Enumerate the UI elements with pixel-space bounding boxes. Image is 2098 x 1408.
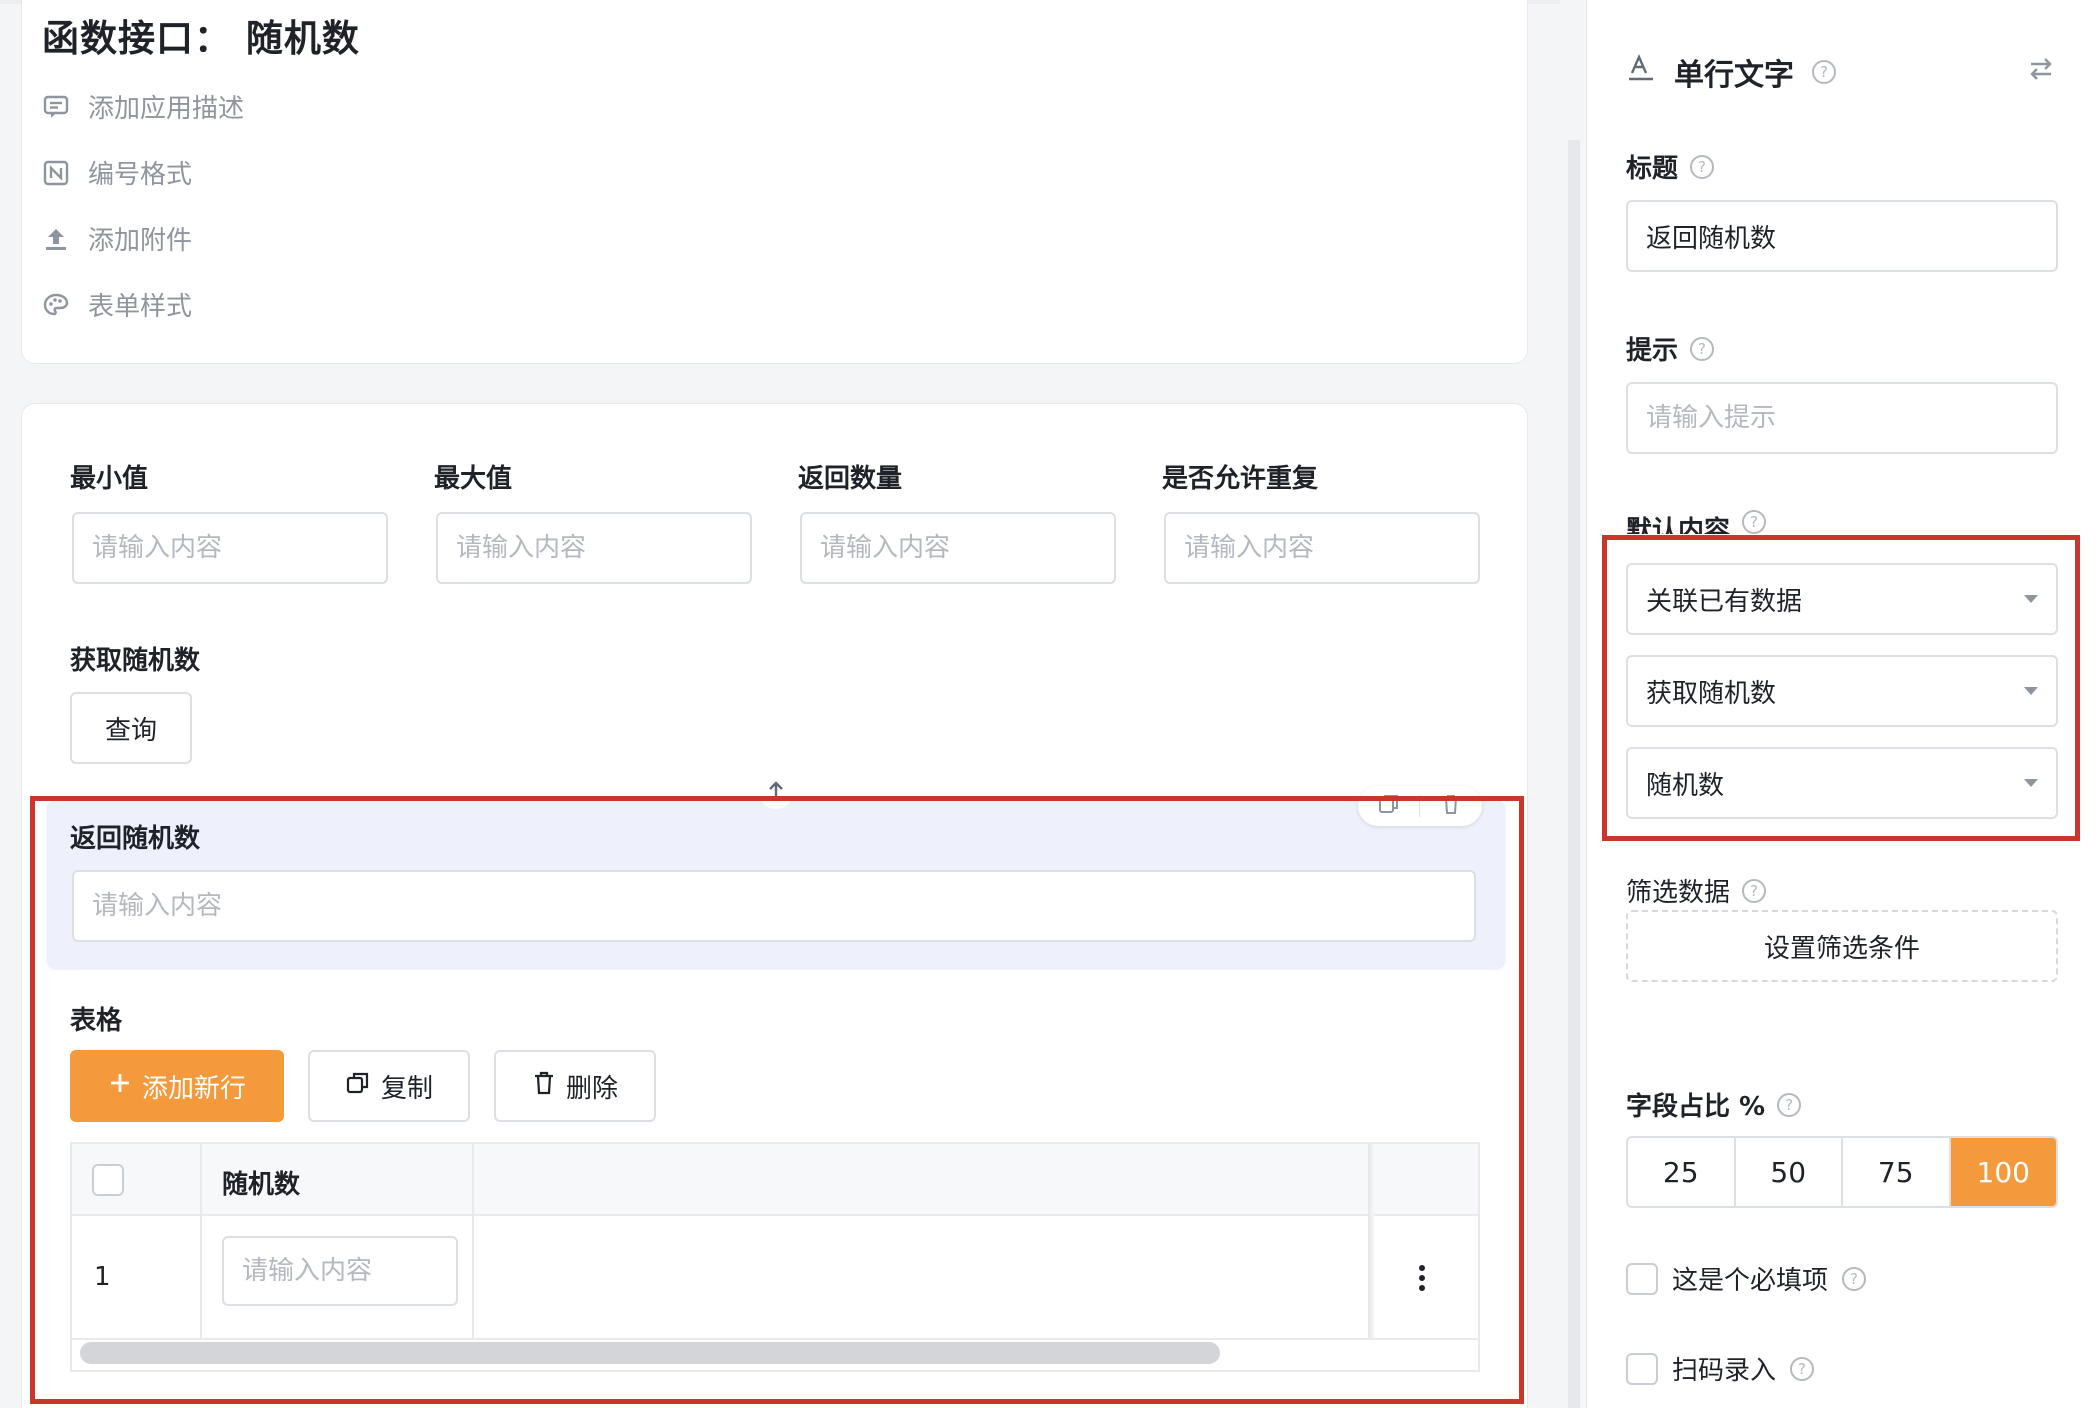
add-attachment-item[interactable]: 添加附件 [42,220,192,257]
chevron-down-icon [2024,687,2038,695]
panel-scroll-track[interactable] [1568,140,1580,1408]
required-label: 这是个必填项 [1672,1266,1829,1296]
column-header-random: 随机数 [222,1170,301,1200]
delete-rows-button[interactable]: 删除 [494,1050,656,1122]
scan-checkbox[interactable] [1626,1352,1658,1385]
column-divider [200,1144,202,1339]
move-up-icon[interactable] [758,773,794,809]
add-row-label: 添加新行 [141,1073,246,1104]
row-more-icon[interactable] [1402,1260,1442,1296]
return-count-input[interactable] [800,512,1116,584]
select-all-checkbox[interactable] [92,1164,124,1196]
default-source-select[interactable]: 关联已有数据 [1626,563,2058,635]
fetch-random-label: 获取随机数 [70,646,201,676]
hint-label-text: 提示 [1626,336,1679,366]
row-divider [72,1338,1478,1340]
app-title: 函数接口： 随机数 [42,17,360,60]
max-value-label: 最大值 [434,464,513,494]
copy-rows-label: 复制 [380,1073,433,1104]
scan-label: 扫码录入 [1672,1356,1777,1386]
copy-rows-button[interactable]: 复制 [308,1050,470,1122]
ratio-section-label: 字段占比 % ? [1626,1086,1802,1123]
ratio-option-25[interactable]: 25 [1628,1138,1736,1206]
return-random-label: 返回随机数 [70,824,201,854]
return-random-input[interactable] [72,870,1476,942]
add-description-label: 添加应用描述 [88,94,245,124]
default-label-text: 默认内容 [1626,516,1731,534]
fixed-column-shadow [1368,1144,1374,1339]
add-description-item[interactable]: 添加应用描述 [42,88,244,125]
data-table: 随机数 1 [70,1142,1480,1372]
allow-duplicate-input[interactable] [1164,512,1480,584]
filter-label-text: 筛选数据 [1626,878,1731,908]
set-filter-button[interactable]: 设置筛选条件 [1626,910,2058,982]
hint-section-label: 提示 ? [1626,330,1715,367]
ratio-segmented-control: 25 50 75 100 [1626,1136,2058,1208]
required-option[interactable]: 这是个必填项 ? [1626,1260,1867,1297]
query-button[interactable]: 查询 [70,692,192,764]
default-field-value: 随机数 [1646,770,1725,801]
horizontal-scrollbar[interactable] [80,1342,1220,1364]
table-label: 表格 [70,1006,123,1036]
panel-title: 单行文字 ? [1626,50,1836,94]
default-source-value: 关联已有数据 [1646,586,1803,617]
help-icon[interactable]: ? [1742,878,1767,903]
form-style-label: 表单样式 [88,292,193,322]
max-value-input[interactable] [436,512,752,584]
help-icon[interactable]: ? [1742,510,1767,534]
allow-duplicate-label: 是否允许重复 [1162,464,1319,494]
row-index: 1 [94,1262,111,1292]
column-divider [472,1144,474,1339]
ratio-option-75[interactable]: 75 [1843,1138,1951,1206]
add-attachment-label: 添加附件 [88,226,193,256]
chevron-down-icon [2024,595,2038,603]
trash-icon [532,1070,556,1103]
help-icon[interactable]: ? [1690,336,1715,361]
title-input[interactable] [1626,200,2058,272]
form-canvas: 函数接口： 随机数 添加应用描述 编号格式 添加附件 表单样式 最小值 最大值 … [0,0,1560,1408]
form-style-item[interactable]: 表单样式 [42,286,192,323]
swap-icon[interactable] [2026,54,2056,88]
required-checkbox[interactable] [1626,1262,1658,1295]
upload-icon [42,225,70,253]
filter-section-label: 筛选数据 ? [1626,872,1767,909]
min-value-input[interactable] [72,512,388,584]
delete-rows-label: 删除 [565,1073,618,1104]
trash-icon[interactable] [1440,793,1462,819]
scan-input-option[interactable]: 扫码录入 ? [1626,1350,1815,1387]
toolbar-separator [1419,795,1421,817]
help-icon[interactable]: ? [1690,154,1715,179]
row-random-input[interactable] [222,1236,458,1306]
default-form-select[interactable]: 获取随机数 [1626,655,2058,727]
help-icon[interactable]: ? [1842,1266,1867,1291]
numbering-format-label: 编号格式 [88,160,193,190]
default-content-label: 默认内容 ? [1626,510,1767,534]
default-field-select[interactable]: 随机数 [1626,747,2058,819]
min-value-label: 最小值 [70,464,149,494]
copy-icon [345,1070,371,1103]
ratio-label-text: 字段占比 % [1626,1092,1766,1122]
chevron-down-icon [2024,779,2038,787]
ratio-option-100[interactable]: 100 [1950,1138,2056,1206]
plus-icon [108,1071,132,1102]
return-count-label: 返回数量 [798,464,903,494]
palette-icon [42,291,70,319]
hint-input[interactable] [1626,382,2058,454]
ratio-option-50[interactable]: 50 [1736,1138,1843,1206]
numbering-icon [42,159,70,187]
help-icon[interactable]: ? [1790,1356,1815,1381]
help-icon[interactable]: ? [1777,1092,1802,1117]
comment-icon [42,93,70,121]
add-row-button[interactable]: 添加新行 [70,1050,284,1122]
block-toolbar [1358,786,1482,826]
text-field-icon [1626,53,1656,91]
default-form-value: 获取随机数 [1646,678,1777,709]
help-icon[interactable]: ? [1812,60,1836,84]
numbering-format-item[interactable]: 编号格式 [42,154,192,191]
title-section-label: 标题 ? [1626,148,1715,185]
title-label-text: 标题 [1626,154,1679,184]
field-type-label: 单行文字 [1674,58,1794,93]
copy-icon[interactable] [1378,793,1400,819]
